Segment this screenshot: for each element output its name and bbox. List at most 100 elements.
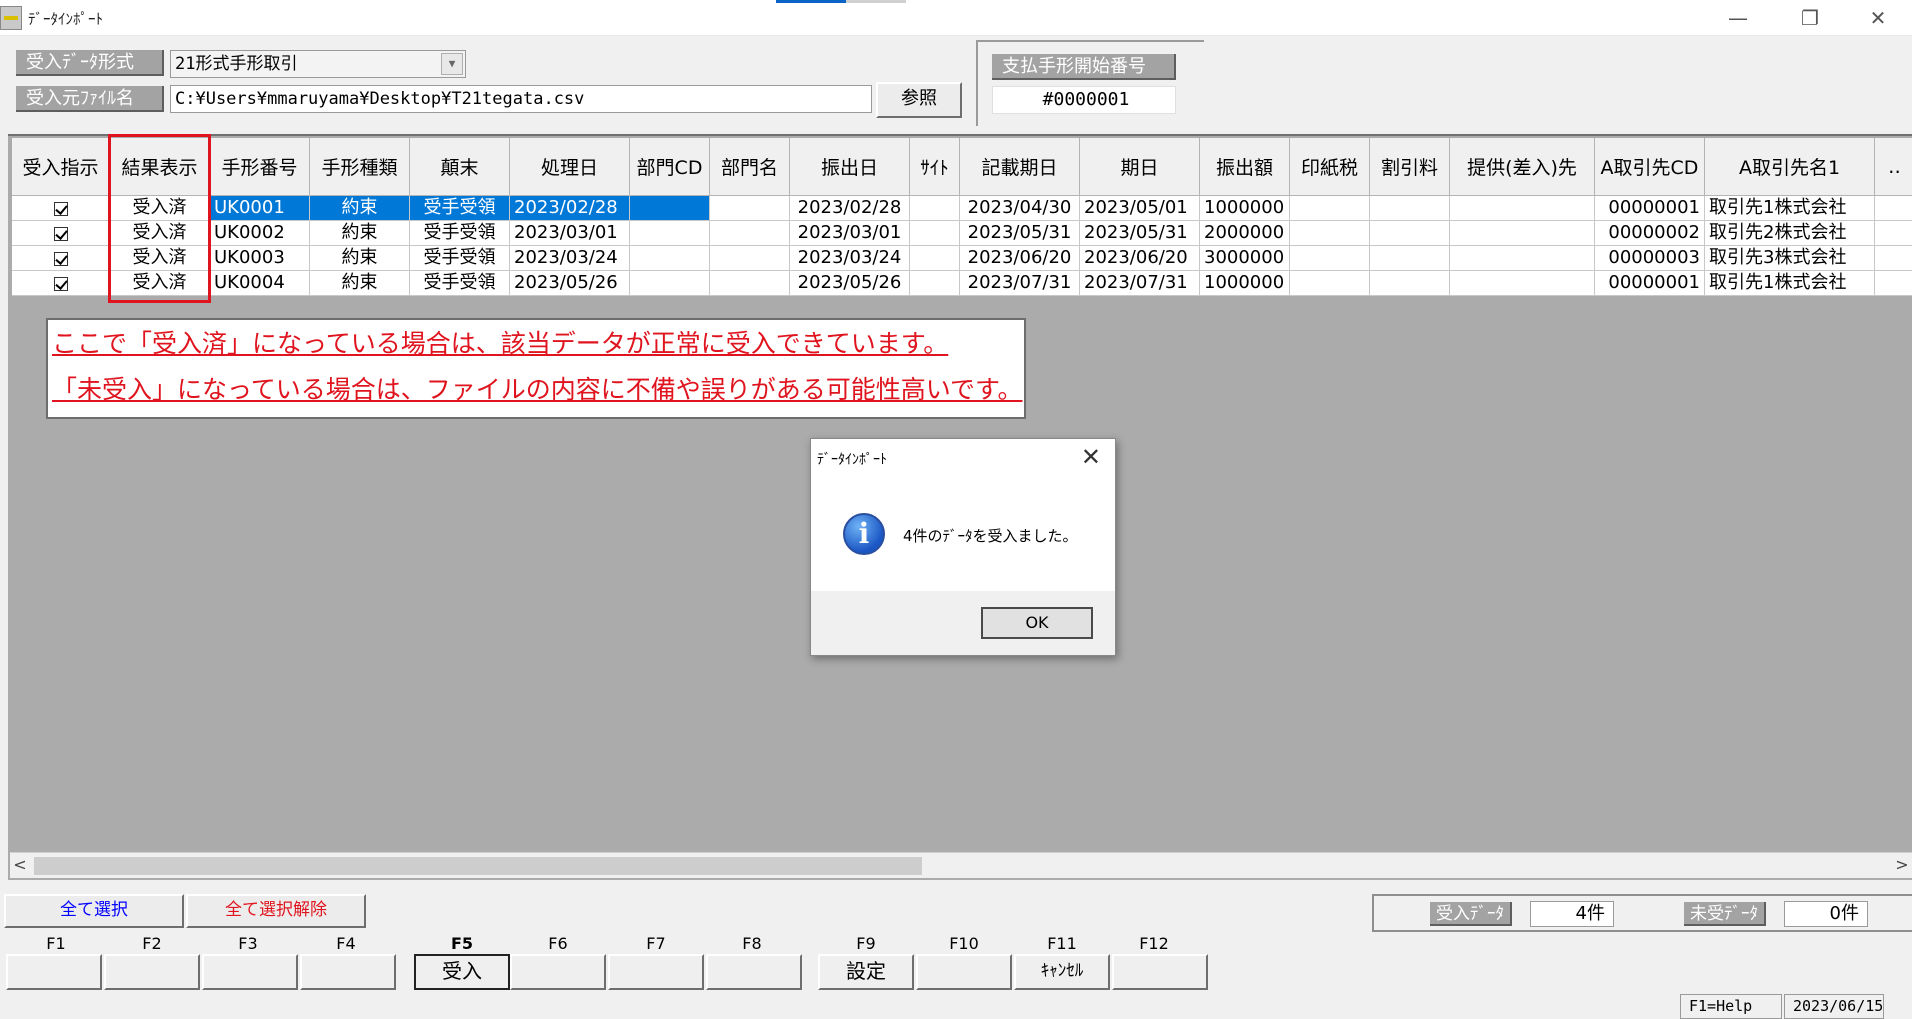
stamp-cell[interactable]	[1290, 246, 1370, 271]
import-checkbox[interactable]	[12, 196, 110, 221]
site-cell[interactable]	[910, 246, 960, 271]
dept-cd-cell[interactable]	[630, 221, 710, 246]
due-cell[interactable]: 2023/07/31	[1080, 271, 1200, 296]
col-header[interactable]: A取引先CD	[1595, 138, 1705, 196]
cancel-button[interactable]: ｷｬﾝｾﾙ	[1014, 954, 1110, 990]
note-number-cell[interactable]: UK0001	[210, 196, 310, 221]
issue-date-cell[interactable]: 2023/05/26	[790, 271, 910, 296]
f6-button[interactable]	[510, 954, 606, 990]
stated-due-cell[interactable]: 2023/04/30	[960, 196, 1080, 221]
f12-button[interactable]	[1112, 954, 1208, 990]
partner-cd-cell[interactable]: 00000001	[1595, 271, 1705, 296]
import-button[interactable]: 受入	[414, 954, 510, 990]
stamp-cell[interactable]	[1290, 271, 1370, 296]
col-header[interactable]: 振出日	[790, 138, 910, 196]
file-path-input[interactable]: C:¥Users¥mmaruyama¥Desktop¥T21tegata.csv	[170, 85, 872, 113]
amount-cell[interactable]: 1000000	[1200, 196, 1290, 221]
table-row[interactable]: 受入済 UK0001 約束 受手受領 2023/02/28 2023/02/28…	[12, 196, 1912, 221]
checkmark-icon[interactable]	[53, 252, 68, 266]
f7-button[interactable]	[608, 954, 704, 990]
restore-button[interactable]: ❐	[1790, 4, 1830, 32]
site-cell[interactable]	[910, 221, 960, 246]
checkmark-icon[interactable]	[53, 227, 68, 241]
ok-button[interactable]: OK	[981, 607, 1093, 639]
minimize-button[interactable]: —	[1718, 4, 1758, 32]
note-type-cell[interactable]: 約束	[310, 271, 410, 296]
col-header[interactable]: 部門名	[710, 138, 790, 196]
dept-name-cell[interactable]	[710, 196, 790, 221]
dept-name-cell[interactable]	[710, 246, 790, 271]
settings-button[interactable]: 設定	[818, 954, 914, 990]
f1-button[interactable]	[6, 954, 102, 990]
table-row[interactable]: 受入済 UK0004 約束 受手受領 2023/05/26 2023/05/26…	[12, 271, 1912, 296]
checkmark-icon[interactable]	[53, 202, 68, 216]
horizontal-scrollbar[interactable]: < >	[10, 852, 1912, 878]
scrollbar-thumb[interactable]	[34, 857, 922, 875]
stated-due-cell[interactable]: 2023/05/31	[960, 221, 1080, 246]
dept-cd-cell[interactable]	[630, 271, 710, 296]
close-button[interactable]: ✕	[1858, 4, 1898, 32]
col-header[interactable]: 結果表示	[110, 138, 210, 196]
stated-due-cell[interactable]: 2023/06/20	[960, 246, 1080, 271]
note-type-cell[interactable]: 約束	[310, 196, 410, 221]
partner-name-cell[interactable]: 取引先1株式会社	[1705, 271, 1875, 296]
status-cell[interactable]: 受手受領	[410, 221, 510, 246]
close-icon[interactable]: ✕	[1081, 443, 1101, 471]
import-checkbox[interactable]	[12, 221, 110, 246]
dept-name-cell[interactable]	[710, 221, 790, 246]
col-header[interactable]: 振出額	[1200, 138, 1290, 196]
provided-to-cell[interactable]	[1450, 221, 1595, 246]
col-header[interactable]: 提供(差入)先	[1450, 138, 1595, 196]
chevron-down-icon[interactable]: ▼	[441, 53, 463, 75]
partner-name-cell[interactable]: 取引先1株式会社	[1705, 196, 1875, 221]
note-number-cell[interactable]: UK0002	[210, 221, 310, 246]
partner-name-cell[interactable]: 取引先3株式会社	[1705, 246, 1875, 271]
scroll-right-icon[interactable]: >	[1892, 855, 1912, 874]
due-cell[interactable]: 2023/05/31	[1080, 221, 1200, 246]
dept-cd-cell[interactable]	[630, 246, 710, 271]
issue-date-cell[interactable]: 2023/02/28	[790, 196, 910, 221]
discount-cell[interactable]	[1370, 271, 1450, 296]
amount-cell[interactable]: 3000000	[1200, 246, 1290, 271]
f2-button[interactable]	[104, 954, 200, 990]
col-header[interactable]: 手形種類	[310, 138, 410, 196]
table-row[interactable]: 受入済 UK0003 約束 受手受領 2023/03/24 2023/03/24…	[12, 246, 1912, 271]
col-header[interactable]: 顛末	[410, 138, 510, 196]
proc-date-cell[interactable]: 2023/03/24	[510, 246, 630, 271]
proc-date-cell[interactable]: 2023/03/01	[510, 221, 630, 246]
amount-cell[interactable]: 2000000	[1200, 221, 1290, 246]
status-cell[interactable]: 受手受領	[410, 196, 510, 221]
site-cell[interactable]	[910, 271, 960, 296]
due-cell[interactable]: 2023/05/01	[1080, 196, 1200, 221]
deselect-all-button[interactable]: 全て選択解除	[186, 894, 366, 928]
provided-to-cell[interactable]	[1450, 246, 1595, 271]
discount-cell[interactable]	[1370, 246, 1450, 271]
partner-cd-cell[interactable]: 00000001	[1595, 196, 1705, 221]
amount-cell[interactable]: 1000000	[1200, 271, 1290, 296]
table-row[interactable]: 受入済 UK0002 約束 受手受領 2023/03/01 2023/03/01…	[12, 221, 1912, 246]
dept-name-cell[interactable]	[710, 271, 790, 296]
discount-cell[interactable]	[1370, 196, 1450, 221]
col-header[interactable]: 受入指示	[12, 138, 110, 196]
col-header[interactable]: 期日	[1080, 138, 1200, 196]
provided-to-cell[interactable]	[1450, 271, 1595, 296]
col-header[interactable]: ‥	[1875, 138, 1912, 196]
partner-name-cell[interactable]: 取引先2株式会社	[1705, 221, 1875, 246]
col-header[interactable]: 手形番号	[210, 138, 310, 196]
import-checkbox[interactable]	[12, 246, 110, 271]
stamp-cell[interactable]	[1290, 196, 1370, 221]
due-cell[interactable]: 2023/06/20	[1080, 246, 1200, 271]
format-select[interactable]: 21形式手形取引 ▼	[170, 50, 466, 78]
f3-button[interactable]	[202, 954, 298, 990]
note-number-cell[interactable]: UK0003	[210, 246, 310, 271]
stamp-cell[interactable]	[1290, 221, 1370, 246]
issue-date-cell[interactable]: 2023/03/24	[790, 246, 910, 271]
proc-date-cell[interactable]: 2023/02/28	[510, 196, 630, 221]
partner-cd-cell[interactable]: 00000002	[1595, 221, 1705, 246]
f10-button[interactable]	[916, 954, 1012, 990]
f4-button[interactable]	[300, 954, 396, 990]
payment-start-input[interactable]: #0000001	[992, 86, 1176, 114]
stated-due-cell[interactable]: 2023/07/31	[960, 271, 1080, 296]
browse-button[interactable]: 参照	[876, 82, 962, 118]
col-header[interactable]: ｻｲﾄ	[910, 138, 960, 196]
